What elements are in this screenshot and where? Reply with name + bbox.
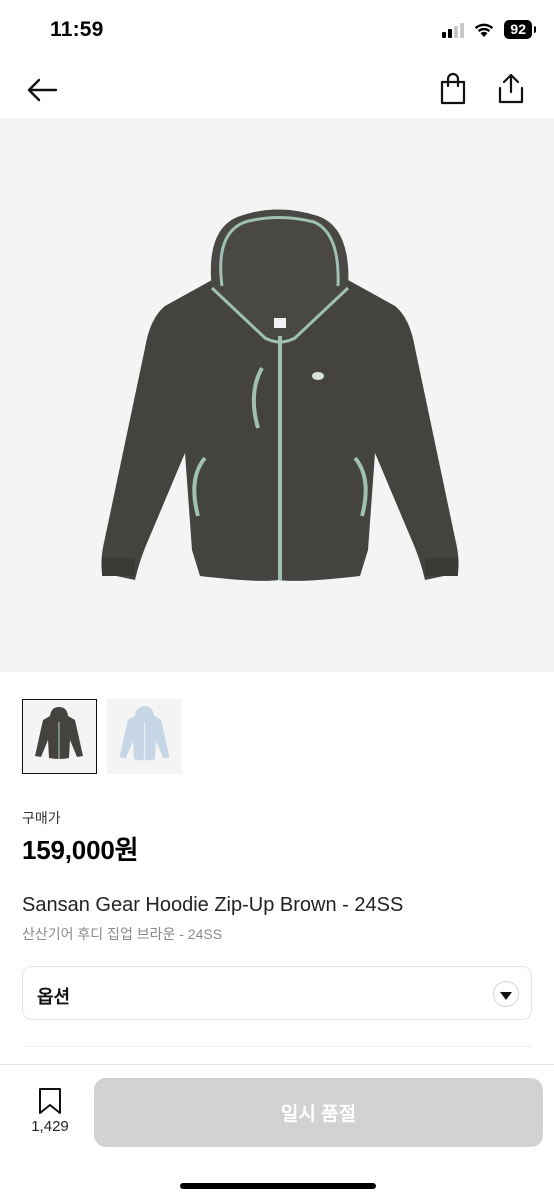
product-title-en: Sansan Gear Hoodie Zip-Up Brown - 24SS (22, 894, 404, 916)
product-image[interactable] (0, 118, 554, 672)
share-icon[interactable] (494, 70, 528, 106)
hoodie-thumbnail-brown (35, 707, 83, 759)
cellular-signal-icon (442, 22, 465, 38)
battery-icon: 92 (504, 20, 536, 39)
wifi-icon (475, 23, 494, 37)
thumbnail-strip (22, 699, 182, 774)
option-select-label: 옵션 (37, 987, 71, 1007)
status-bar: 11:59 92 (0, 0, 554, 62)
sold-out-button[interactable]: 일시 품절 (94, 1078, 543, 1147)
divider (22, 1046, 532, 1047)
thumbnail-light-blue[interactable] (107, 699, 182, 774)
shopping-bag-icon[interactable] (436, 70, 470, 106)
product-title-ko: 산산기어 후디 집업 브라운 - 24SS (22, 926, 223, 942)
thumbnail-brown[interactable] (22, 699, 97, 774)
bookmark-button[interactable]: 1,429 (28, 1087, 72, 1147)
home-indicator (180, 1183, 376, 1189)
price-label: 구매가 (22, 810, 61, 826)
status-time: 11:59 (50, 18, 104, 41)
option-select[interactable]: 옵션 (22, 966, 532, 1020)
bookmark-icon (39, 1088, 61, 1114)
bottom-action-bar: 1,429 일시 품절 (0, 1064, 554, 1200)
hoodie-thumbnail-light-blue (119, 706, 170, 761)
top-navigation (0, 62, 554, 118)
back-arrow-icon[interactable] (24, 72, 60, 108)
status-icons: 92 (442, 20, 536, 39)
product-price: 159,000원 (22, 835, 139, 865)
hoodie-illustration (101, 209, 459, 581)
bookmark-count: 1,429 (31, 1118, 69, 1135)
chevron-down-icon[interactable] (493, 981, 519, 1007)
